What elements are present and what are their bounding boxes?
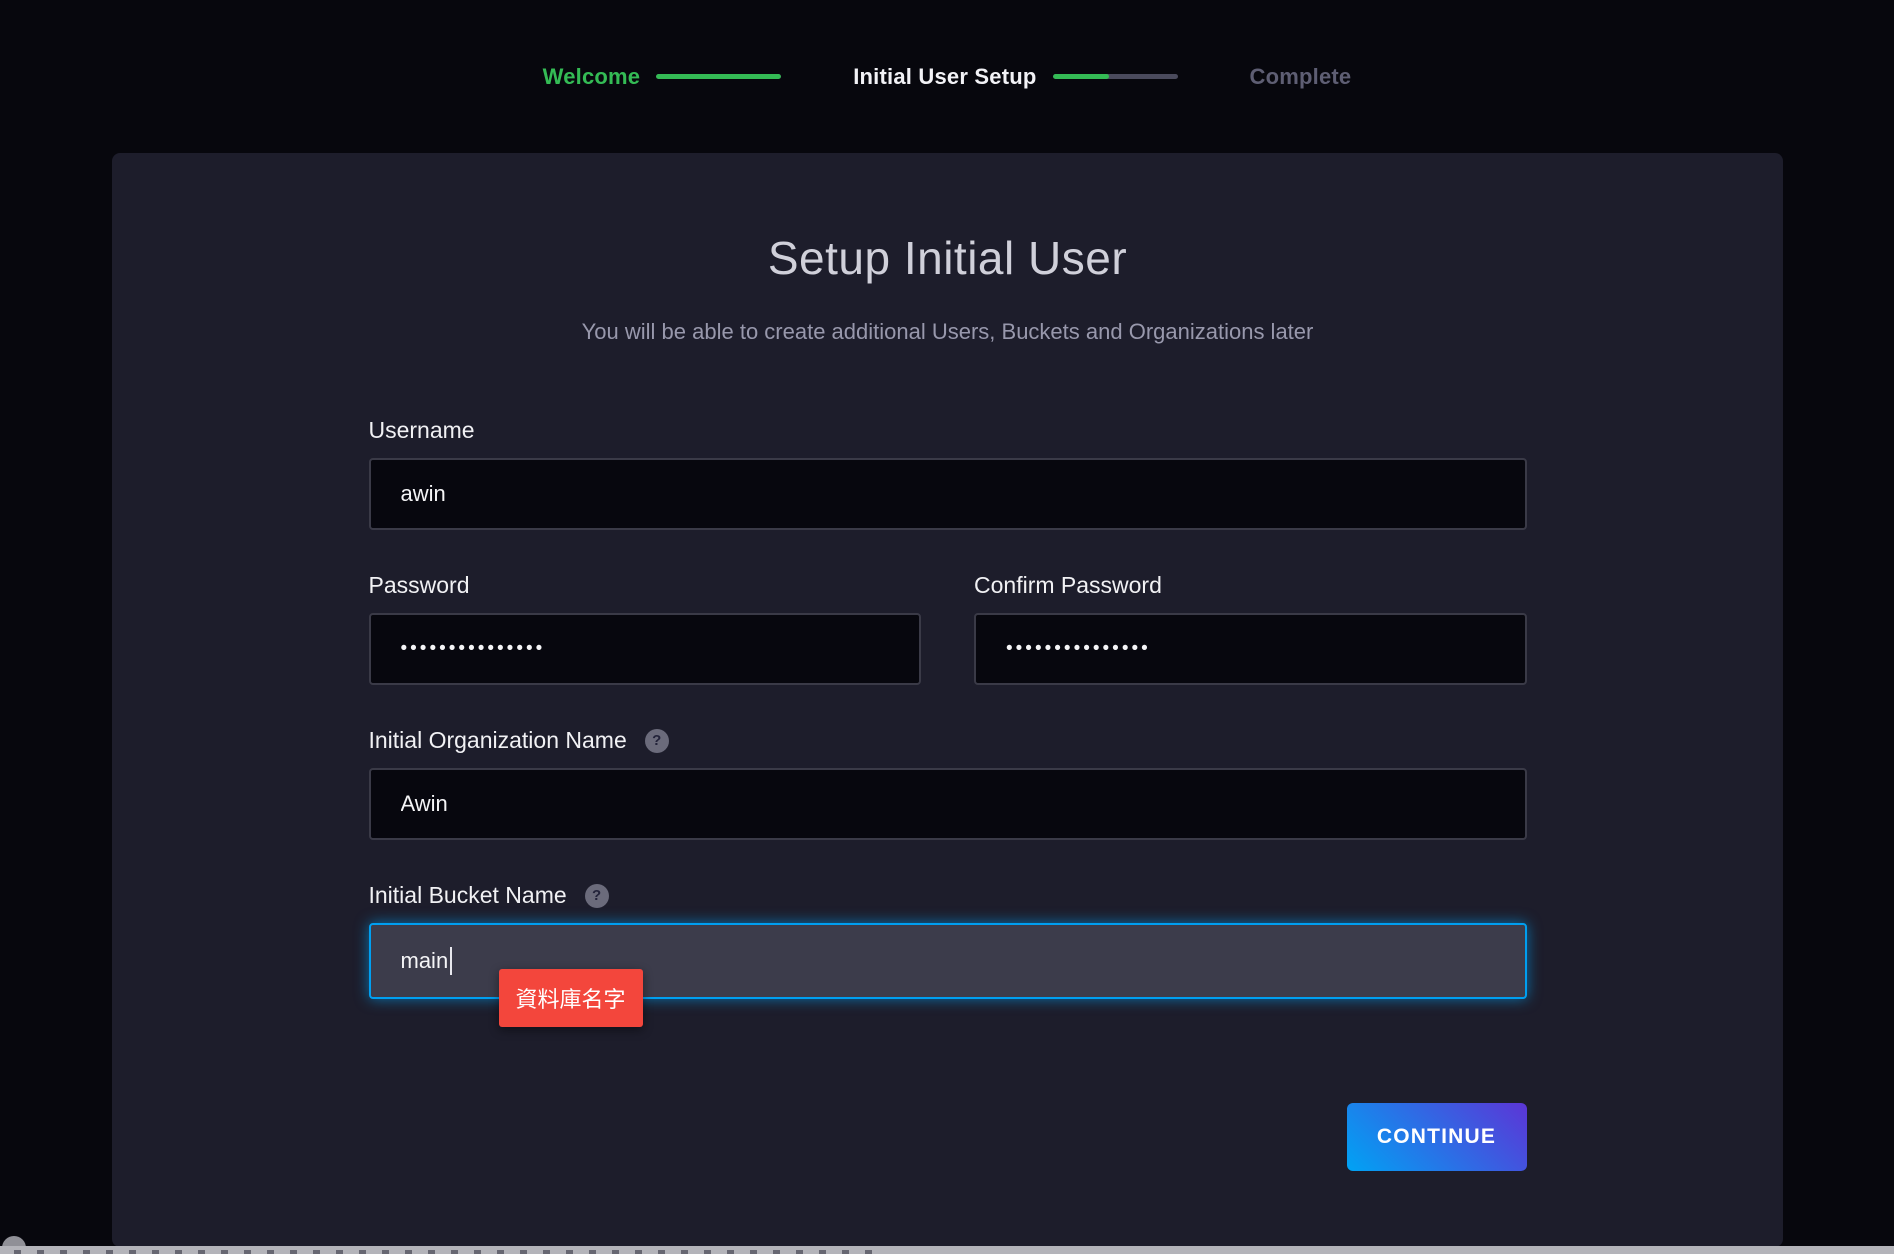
username-label: Username — [369, 417, 475, 444]
stepper-step-complete: Complete — [1250, 64, 1352, 90]
password-row: Password Confirm Password — [369, 572, 1527, 685]
password-label: Password — [369, 572, 470, 599]
bucket-help-icon[interactable]: ? — [585, 884, 609, 908]
text-caret — [450, 947, 452, 975]
page-title: Setup Initial User — [112, 231, 1783, 285]
confirm-password-field: Confirm Password — [974, 572, 1527, 685]
password-input[interactable] — [369, 613, 922, 685]
setup-wizard-page: Welcome Initial User Setup Complete Setu… — [0, 0, 1894, 1254]
bucket-input-value: main — [401, 948, 449, 974]
initial-user-form: Username Password Confirm Password — [369, 417, 1527, 1171]
confirm-password-input[interactable] — [974, 613, 1527, 685]
continue-button[interactable]: CONTINUE — [1347, 1103, 1527, 1171]
confirm-password-label: Confirm Password — [974, 572, 1162, 599]
bucket-label: Initial Bucket Name — [369, 882, 567, 909]
form-actions: CONTINUE — [369, 1103, 1527, 1171]
password-field: Password — [369, 572, 922, 685]
stepper-step-welcome: Welcome — [543, 64, 782, 90]
stepper-step-initial-user-setup-label: Initial User Setup — [853, 64, 1036, 90]
organization-label: Initial Organization Name — [369, 727, 627, 754]
setup-card: Setup Initial User You will be able to c… — [112, 153, 1783, 1247]
stepper-progress-line-1 — [656, 74, 781, 79]
background-window-edge — [0, 1246, 1894, 1254]
wizard-stepper: Welcome Initial User Setup Complete — [0, 0, 1894, 153]
stepper-step-complete-label: Complete — [1250, 64, 1352, 90]
stepper-progress-line-2 — [1053, 74, 1178, 79]
stepper-step-welcome-label: Welcome — [543, 64, 641, 90]
stepper-step-initial-user-setup: Initial User Setup — [853, 64, 1177, 90]
username-input[interactable] — [369, 458, 1527, 530]
page-subtitle: You will be able to create additional Us… — [112, 319, 1783, 345]
bucket-row: Initial Bucket Name ? main 資料庫名字 — [369, 882, 1527, 999]
organization-input[interactable] — [369, 768, 1527, 840]
organization-help-icon[interactable]: ? — [645, 729, 669, 753]
organization-row: Initial Organization Name ? — [369, 727, 1527, 840]
username-row: Username — [369, 417, 1527, 530]
bucket-annotation-tooltip: 資料庫名字 — [499, 969, 643, 1027]
